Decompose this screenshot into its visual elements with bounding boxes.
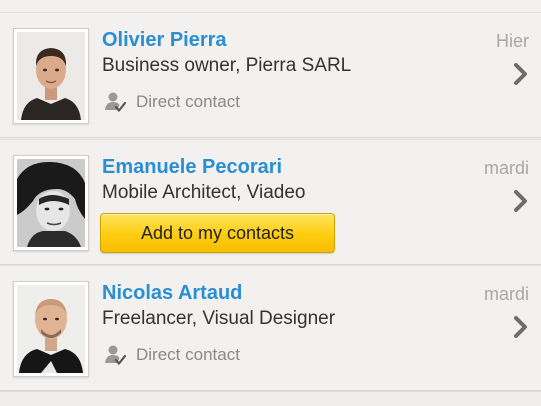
add-to-contacts-button[interactable]: Add to my contacts [100,213,335,253]
contact-row-olivier-pierra[interactable]: Olivier Pierra Business owner, Pierra SA… [0,12,541,138]
direct-contact-icon [105,92,126,112]
contact-title: Business owner, Pierra SARL [102,55,352,76]
avatar-photo [17,32,85,120]
direct-contact-label: Direct contact [136,345,240,364]
avatar [13,281,89,377]
contact-date: mardi [483,158,529,178]
contact-name[interactable]: Olivier Pierra [102,29,227,52]
contact-row-nicolas-artaud[interactable]: Nicolas Artaud Freelancer, Visual Design… [0,265,541,391]
direct-contact-icon [105,345,126,365]
avatar-photo [17,159,85,247]
contact-name[interactable]: Nicolas Artaud [102,282,242,305]
list-divider [0,391,541,406]
direct-contact-label: Direct contact [136,92,240,111]
direct-contact-status: Direct contact [104,343,240,367]
direct-contact-status: Direct contact [104,90,240,114]
chevron-right-icon[interactable] [511,189,531,213]
avatar-photo [17,285,85,373]
contact-name[interactable]: Emanuele Pecorari [102,156,282,179]
avatar [13,28,89,124]
contact-title: Freelancer, Visual Designer [102,308,336,329]
contact-date: mardi [483,284,529,304]
contact-date: Hier [495,31,529,51]
contact-row-emanuele-pecorari[interactable]: Emanuele Pecorari Mobile Architect, Viad… [0,139,541,265]
avatar [13,155,89,251]
contact-title: Mobile Architect, Viadeo [102,182,306,203]
chevron-right-icon[interactable] [511,62,531,86]
chevron-right-icon[interactable] [511,315,531,339]
contact-list: Olivier Pierra Business owner, Pierra SA… [0,0,541,406]
